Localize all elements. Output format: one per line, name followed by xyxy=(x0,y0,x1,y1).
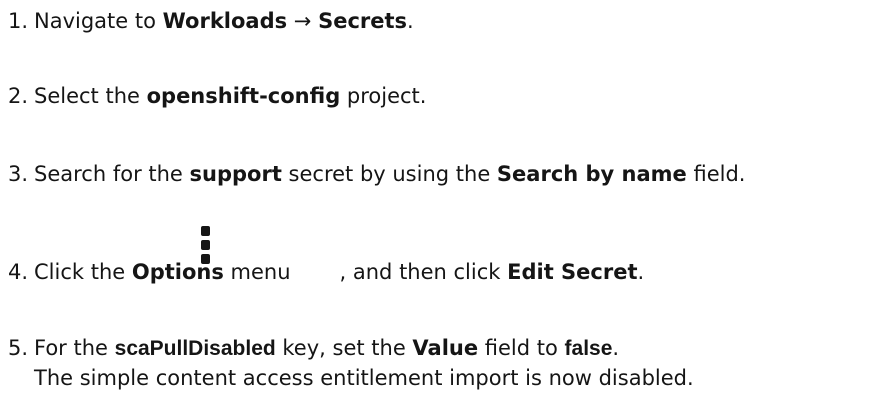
arrow-separator: → xyxy=(287,9,319,33)
step-text: . xyxy=(407,9,414,33)
step-text: Search for the xyxy=(34,162,190,186)
step-text: menu xyxy=(223,260,291,284)
step-text: . xyxy=(612,336,620,360)
step-number: 4. xyxy=(7,260,28,284)
step-text: key, set the xyxy=(275,336,413,360)
ui-term-value: Value xyxy=(412,336,479,360)
step-text: field. xyxy=(686,162,746,186)
ui-term-secrets: Secrets xyxy=(318,9,408,33)
step-2: 2. Select the openshift-config project. xyxy=(0,82,875,110)
step-4: 4. Click the Options menu, and then click… xyxy=(0,258,875,286)
step-text: secret by using the xyxy=(281,162,497,186)
ui-term-edit-secret: Edit Secret xyxy=(507,260,638,284)
ui-term-openshift-config: openshift-config xyxy=(146,84,341,108)
ui-term-workloads: Workloads xyxy=(162,9,288,33)
ui-term-support: support xyxy=(189,162,282,186)
step-5-continuation: The simple content access entitlement im… xyxy=(34,366,694,390)
step-number: 3. xyxy=(7,162,28,186)
step-text: For the xyxy=(34,336,115,360)
step-text: project. xyxy=(340,84,427,108)
step-text: , and then click xyxy=(339,260,508,284)
step-text: . xyxy=(637,260,645,284)
ui-term-false: false xyxy=(564,337,613,360)
step-text: Select the xyxy=(34,84,147,108)
step-number: 5. xyxy=(7,336,28,360)
ui-term-scapulldisabled: scaPullDisabled xyxy=(114,337,276,360)
step-1: 1. Navigate to Workloads → Secrets. xyxy=(0,7,875,35)
step-text: field to xyxy=(478,336,565,360)
step-text: Navigate to xyxy=(34,9,163,33)
kebab-menu-icon xyxy=(201,226,211,274)
step-number: 2. xyxy=(7,84,28,108)
step-3: 3. Search for the support secret by using… xyxy=(0,160,875,188)
step-5: 5. For the scaPullDisabled key, set the V… xyxy=(0,334,875,363)
ui-term-search-by-name: Search by name xyxy=(496,162,687,186)
step-text: Click the xyxy=(34,260,132,284)
step-number: 1. xyxy=(7,9,28,33)
